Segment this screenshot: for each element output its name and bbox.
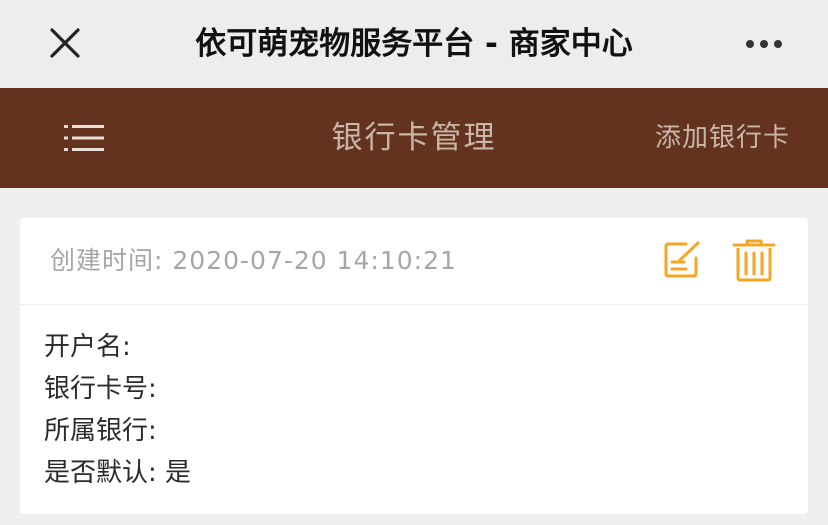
add-bank-card-button[interactable]: 添加银行卡 xyxy=(655,88,790,188)
page-header: 银行卡管理 添加银行卡 xyxy=(0,88,828,188)
app-title: 依可萌宠物服务平台 - 商家中心 xyxy=(195,26,633,62)
card-details: 开户名: 银行卡号: 所属银行: 是否默认: 是 xyxy=(44,326,784,494)
account-name-row: 开户名: xyxy=(44,326,784,368)
card-header: 创建时间: 2020-07-20 14:10:21 xyxy=(20,218,808,305)
trash-icon[interactable] xyxy=(732,238,776,282)
created-time-value: 2020-07-20 14:10:21 xyxy=(172,246,457,275)
created-time: 创建时间: 2020-07-20 14:10:21 xyxy=(50,218,457,304)
field-label: 所属银行: xyxy=(44,416,157,446)
field-value: 是 xyxy=(165,458,192,488)
title-bar: 依可萌宠物服务平台 - 商家中心 xyxy=(0,0,828,88)
bank-name-row: 所属银行: xyxy=(44,410,784,452)
bank-card-item: 创建时间: 2020-07-20 14:10:21 开户名: 银行卡号: 所属银… xyxy=(20,218,808,514)
created-time-label: 创建时间: xyxy=(50,246,164,275)
field-label: 开户名: xyxy=(44,332,131,362)
field-label: 银行卡号: xyxy=(44,374,157,404)
card-number-row: 银行卡号: xyxy=(44,368,784,410)
more-dots-icon[interactable] xyxy=(744,36,784,50)
field-label: 是否默认: xyxy=(44,458,157,488)
edit-icon[interactable] xyxy=(662,240,702,280)
close-icon[interactable] xyxy=(44,22,86,64)
default-row: 是否默认: 是 xyxy=(44,452,784,494)
